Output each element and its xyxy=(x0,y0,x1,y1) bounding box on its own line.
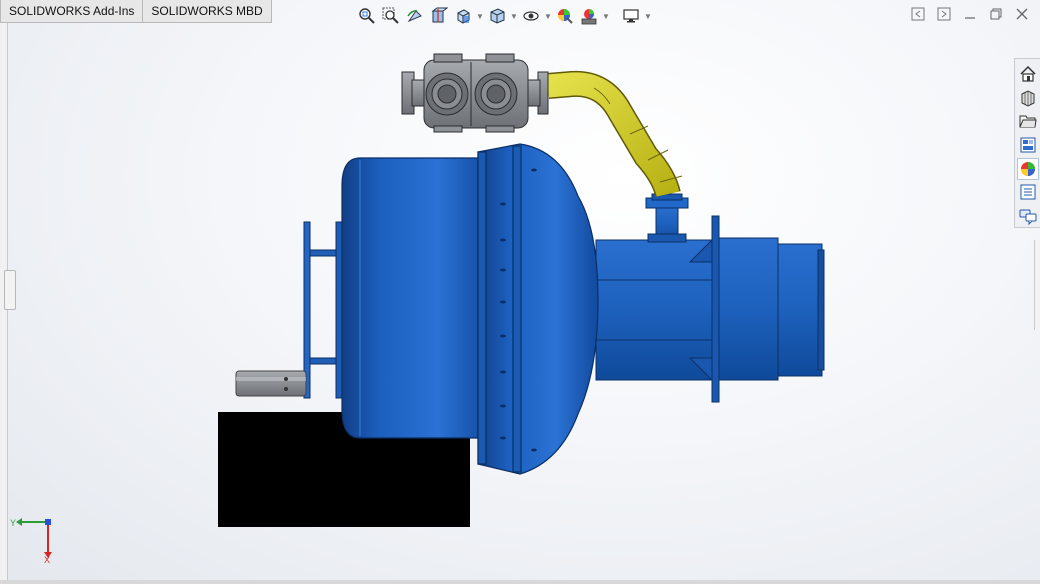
view-settings-icon[interactable] xyxy=(620,5,642,27)
section-view-icon[interactable] xyxy=(428,5,450,27)
previous-view-icon[interactable] xyxy=(404,5,426,27)
panel-collapse-handle[interactable] xyxy=(4,270,16,310)
graphics-area[interactable]: SOLIDWORKS Add-Ins SOLIDWORKS MBD ▼ ▼ ▼ xyxy=(0,0,1040,584)
view-palette-icon[interactable] xyxy=(1017,134,1039,156)
display-style-chevron-down-icon[interactable]: ▼ xyxy=(510,5,518,27)
pump-unit xyxy=(401,53,549,133)
side-handle xyxy=(235,370,307,397)
tile-left-icon[interactable] xyxy=(908,4,928,24)
document-window-controls xyxy=(908,4,1032,24)
apply-scene-icon[interactable] xyxy=(578,5,600,27)
appearances-scenes-icon[interactable] xyxy=(1016,157,1039,180)
zoom-to-fit-icon[interactable] xyxy=(356,5,378,27)
mount-bracket xyxy=(303,221,345,399)
view-settings-chevron-down-icon[interactable]: ▼ xyxy=(644,5,652,27)
rear-shaft xyxy=(595,215,825,403)
tab-solidworks-mbd[interactable]: SOLIDWORKS MBD xyxy=(143,0,272,23)
display-style-icon[interactable] xyxy=(486,5,508,27)
task-pane-tabs xyxy=(1014,58,1040,228)
command-manager-tabs: SOLIDWORKS Add-Ins SOLIDWORKS MBD xyxy=(0,0,272,23)
custom-properties-icon[interactable] xyxy=(1017,182,1039,204)
heads-up-view-toolbar: ▼ ▼ ▼ ▼ ▼ xyxy=(356,4,652,28)
minimize-icon[interactable] xyxy=(960,4,980,24)
hide-show-items-icon[interactable] xyxy=(520,5,542,27)
view-orientation-icon[interactable] xyxy=(452,5,474,27)
file-explorer-icon[interactable] xyxy=(1017,110,1039,132)
solidworks-resources-icon[interactable] xyxy=(1017,63,1039,85)
triad-z-axis xyxy=(45,519,51,525)
apply-scene-chevron-down-icon[interactable]: ▼ xyxy=(602,5,610,27)
tab-solidworks-add-ins[interactable]: SOLIDWORKS Add-Ins xyxy=(0,0,144,23)
3d-model[interactable] xyxy=(0,0,1040,584)
triad-y-label: Y xyxy=(10,518,16,528)
task-pane-edge[interactable] xyxy=(1034,240,1040,330)
triad-x-label: X xyxy=(44,555,50,564)
view-orientation-chevron-down-icon[interactable]: ▼ xyxy=(476,5,484,27)
hide-show-chevron-down-icon[interactable]: ▼ xyxy=(544,5,552,27)
main-housing xyxy=(341,143,599,475)
edit-appearance-icon[interactable] xyxy=(554,5,576,27)
zoom-to-area-icon[interactable] xyxy=(380,5,402,27)
restore-icon[interactable] xyxy=(986,4,1006,24)
tile-right-icon[interactable] xyxy=(934,4,954,24)
design-library-icon[interactable] xyxy=(1017,87,1039,109)
reference-triad: Y X xyxy=(10,518,52,564)
close-icon[interactable] xyxy=(1012,4,1032,24)
outlet-nozzle xyxy=(645,193,689,243)
solidworks-forum-icon[interactable] xyxy=(1017,205,1039,227)
bottom-tab-strip xyxy=(0,580,1040,584)
